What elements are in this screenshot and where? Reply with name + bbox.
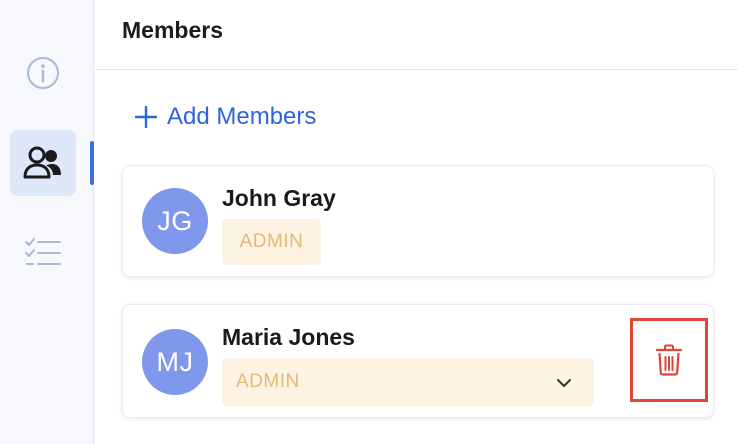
page-title: Members xyxy=(122,17,223,43)
member-name: John Gray xyxy=(222,185,336,211)
people-icon xyxy=(23,146,61,179)
chevron-down-icon xyxy=(557,379,571,387)
add-members-label: Add Members xyxy=(167,103,317,130)
role-select[interactable]: ADMIN xyxy=(222,358,594,406)
member-card: MJ Maria Jones ADMIN xyxy=(122,304,714,418)
members-panel-app: Members Add Members JG John Gray ADMIN M… xyxy=(0,0,738,444)
role-badge: ADMIN xyxy=(222,219,321,265)
member-name: Maria Jones xyxy=(222,324,355,350)
trash-icon xyxy=(656,344,682,376)
avatar: JG xyxy=(142,188,208,254)
add-members-button[interactable]: Add Members xyxy=(135,100,316,134)
panel-header: Members xyxy=(95,0,738,70)
rail-item-tasks[interactable] xyxy=(10,220,76,286)
delete-member-button[interactable] xyxy=(630,318,708,402)
info-icon xyxy=(27,57,59,89)
rail-item-members[interactable] xyxy=(10,130,76,196)
rail-item-info[interactable] xyxy=(10,40,76,106)
members-main: Members Add Members JG John Gray ADMIN M… xyxy=(95,0,738,444)
member-card: JG John Gray ADMIN xyxy=(122,165,714,277)
rail-active-indicator xyxy=(90,141,94,185)
avatar: MJ xyxy=(142,329,208,395)
role-select-value: ADMIN xyxy=(236,371,300,392)
plus-icon xyxy=(135,106,157,128)
side-rail xyxy=(0,0,94,444)
checklist-icon xyxy=(25,238,61,265)
